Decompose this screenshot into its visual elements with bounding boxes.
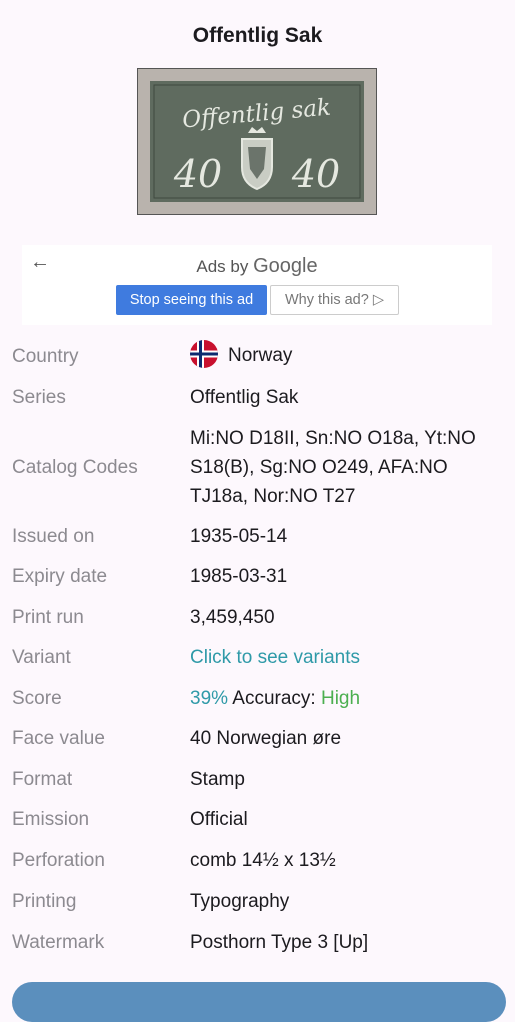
- norway-flag-icon: [190, 339, 218, 368]
- score-label: Score: [12, 688, 62, 709]
- perforation-label: Perforation: [12, 850, 105, 871]
- why-this-ad-button[interactable]: Why this ad? ▷: [270, 285, 399, 315]
- expiry-value: 1985-03-31: [190, 566, 288, 587]
- google-logo: Google: [253, 255, 318, 277]
- stamp-image[interactable]: Offentlig sak 40 40: [137, 68, 377, 215]
- score-value: 39% Accuracy: High: [190, 684, 500, 713]
- country-label: Country: [12, 346, 79, 367]
- watermark-label: Watermark: [12, 932, 105, 953]
- accuracy-value: High: [320, 688, 361, 709]
- see-variants-link[interactable]: Click to see variants: [190, 643, 500, 672]
- country-value: Norway: [190, 339, 500, 370]
- print-run-value: 3,459,450: [190, 607, 275, 628]
- accuracy-label: Accuracy:: [232, 688, 316, 709]
- stamp-left-value: 40: [173, 152, 222, 196]
- issued-value: 1935-05-14: [190, 526, 288, 547]
- series-label: Series: [12, 387, 66, 408]
- format-value: Stamp: [190, 769, 245, 790]
- ad-banner: ← Ads by Google Stop seeing this ad Why …: [22, 245, 492, 325]
- series-value: Offentlig Sak: [190, 387, 299, 408]
- face-value-value: 40 Norwegian øre: [190, 728, 342, 749]
- emission-label: Emission: [12, 809, 90, 830]
- issued-label: Issued on: [12, 526, 95, 547]
- printing-label: Printing: [12, 891, 77, 912]
- stamp-right-value: 40: [291, 152, 340, 196]
- catalog-label: Catalog Codes: [12, 457, 138, 478]
- score-percent: 39%: [190, 688, 229, 709]
- printing-value: Typography: [190, 891, 290, 912]
- country-name: Norway: [228, 345, 293, 366]
- format-label: Format: [12, 769, 73, 790]
- perforation-value: comb 14½ x 13½: [190, 850, 336, 871]
- variant-label: Variant: [12, 647, 71, 668]
- watermark-value: Posthorn Type 3 [Up]: [190, 932, 369, 953]
- emission-value: Official: [190, 809, 248, 830]
- bottom-action-button[interactable]: [12, 982, 506, 1022]
- page-title: Offentlig Sak: [192, 24, 323, 47]
- face-value-label: Face value: [12, 728, 105, 749]
- ads-by-text: Ads by: [196, 257, 249, 276]
- stop-seeing-ad-button[interactable]: Stop seeing this ad: [116, 285, 267, 315]
- print-run-label: Print run: [12, 607, 84, 628]
- expiry-label: Expiry date: [12, 566, 108, 587]
- catalog-value: Mi:NO D18II, Sn:NO O18a, Yt:NO S18(B), S…: [190, 428, 476, 507]
- ads-by-google: Ads by Google: [22, 255, 492, 278]
